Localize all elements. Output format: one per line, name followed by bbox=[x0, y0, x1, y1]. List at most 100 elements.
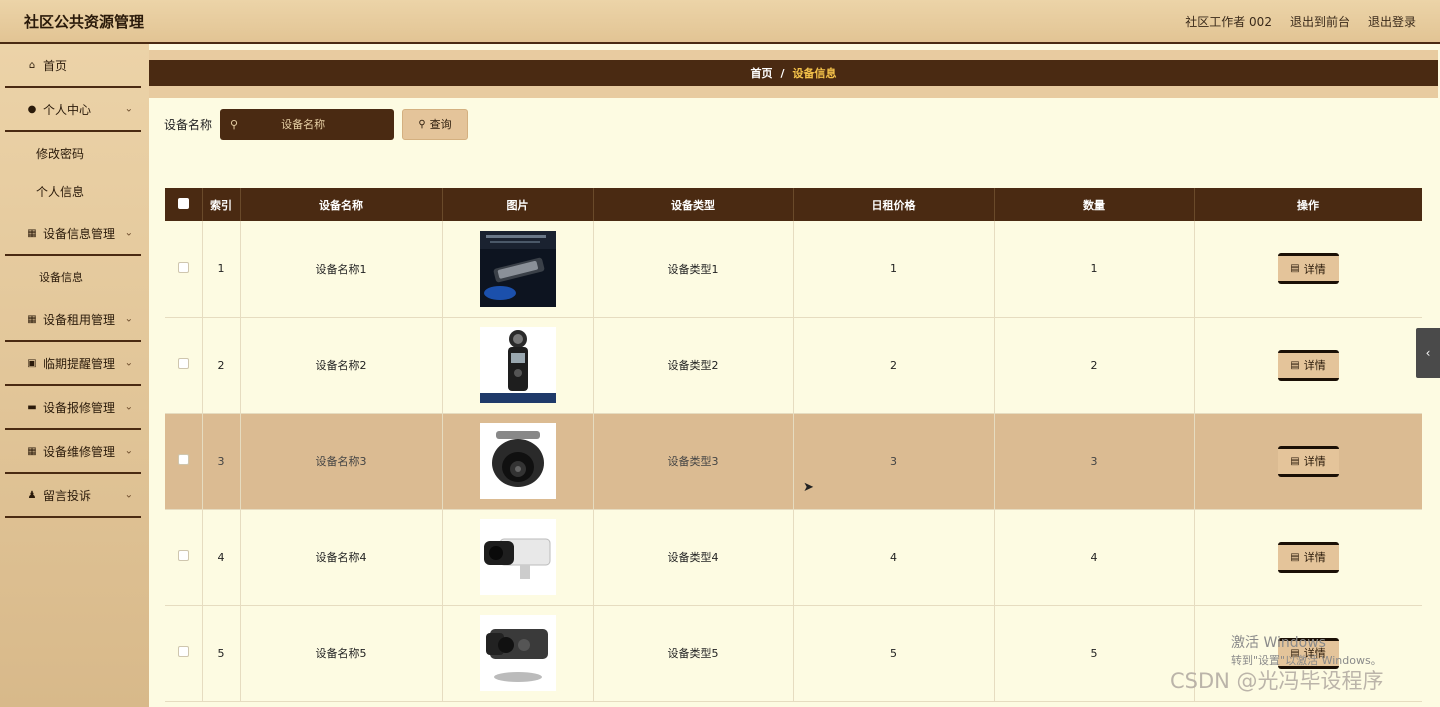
detail-button[interactable]: ▤ 详情 bbox=[1277, 541, 1339, 573]
column-header-index: 索引 bbox=[202, 188, 241, 221]
search-icon: ⚲ bbox=[230, 117, 239, 131]
query-button-label: 查询 bbox=[429, 118, 452, 131]
sidebar-item-home[interactable]: ⌂ 首页 bbox=[5, 44, 141, 88]
search-field[interactable]: ⚲ bbox=[220, 108, 395, 140]
row-daily-price: 5 bbox=[793, 605, 995, 702]
row-quantity: 2 bbox=[994, 317, 1195, 414]
sidebar-item-label: 首页 bbox=[43, 58, 68, 73]
row-checkbox[interactable] bbox=[177, 261, 189, 273]
device-image-recorder-pen[interactable] bbox=[479, 230, 556, 307]
sidebar-subitem-personal-info[interactable]: 个人信息 bbox=[5, 172, 141, 210]
row-checkbox[interactable] bbox=[177, 550, 189, 561]
column-header-image: 图片 bbox=[442, 188, 594, 221]
document-icon: ▤ bbox=[1290, 551, 1300, 563]
device-image-dome-camera[interactable] bbox=[479, 423, 556, 499]
row-daily-price: 4 bbox=[793, 509, 995, 606]
sidebar-item-personal-center[interactable]: ● 个人中心 ⌄ bbox=[5, 88, 141, 132]
sidebar-item-label: 设备报修管理 bbox=[43, 400, 116, 415]
chevron-down-icon: ⌄ bbox=[124, 445, 133, 457]
device-info-submenu: 设备信息 bbox=[5, 256, 141, 298]
top-nav: 社区工作者 002 退出到前台 退出登录 bbox=[1185, 13, 1416, 30]
device-image-bullet-camera[interactable] bbox=[479, 519, 556, 595]
row-checkbox[interactable] bbox=[177, 454, 189, 465]
grid-icon: ▦ bbox=[27, 445, 37, 457]
logout-link[interactable]: 退出登录 bbox=[1368, 13, 1416, 30]
column-header-daily-price: 日租价格 bbox=[793, 188, 995, 221]
detail-button-label: 详情 bbox=[1303, 262, 1326, 276]
search-bar: 设备名称 ⚲ ⚲ 查询 bbox=[164, 108, 469, 140]
detail-button-label: 详情 bbox=[1303, 455, 1326, 468]
search-icon: ⚲ bbox=[418, 118, 426, 130]
chevron-down-icon: ⌄ bbox=[124, 313, 133, 325]
chevron-left-icon: ‹ bbox=[1425, 346, 1431, 360]
home-icon: ⌂ bbox=[28, 59, 36, 71]
column-header-actions: 操作 bbox=[1194, 188, 1422, 221]
detail-button[interactable]: ▤ 详情 bbox=[1277, 445, 1339, 477]
row-daily-price: 3 bbox=[793, 413, 995, 510]
chevron-down-icon: ⌄ bbox=[124, 489, 133, 501]
sidebar-item-repair-report-mgmt[interactable]: ▬ 设备报修管理 ⌄ bbox=[5, 386, 141, 430]
sidebar-item-rental-mgmt[interactable]: ▦ 设备租用管理 ⌄ bbox=[5, 298, 141, 342]
message-icon: ▬ bbox=[27, 401, 37, 413]
row-device-type: 设备类型1 bbox=[593, 221, 794, 318]
sidebar-item-label: 设备租用管理 bbox=[43, 312, 116, 327]
sidebar-item-label: 留言投诉 bbox=[43, 488, 92, 503]
query-button[interactable]: ⚲ 查询 bbox=[402, 108, 469, 140]
sidebar-item-maintenance-mgmt[interactable]: ▦ 设备维修管理 ⌄ bbox=[5, 430, 141, 474]
table-row[interactable]: 2 设备名称2 设备类型2 2 2 ▤ 详情 bbox=[165, 317, 1422, 414]
search-label: 设备名称 bbox=[164, 117, 213, 132]
sidebar-item-label: 个人中心 bbox=[43, 102, 92, 117]
watermark-line-1: 激活 Windows bbox=[1231, 635, 1326, 651]
document-icon: ▤ bbox=[1290, 359, 1300, 371]
table-row[interactable]: 1 设备名称1 设备类型1 1 1 ▤ 详情 bbox=[165, 221, 1422, 318]
device-image-bullet-camera-2[interactable] bbox=[479, 615, 556, 691]
document-icon: ▤ bbox=[1290, 455, 1300, 467]
row-checkbox[interactable] bbox=[177, 646, 189, 657]
app-title: 社区公共资源管理 bbox=[24, 12, 145, 31]
row-quantity: 1 bbox=[994, 221, 1195, 318]
chevron-down-icon: ⌄ bbox=[124, 357, 133, 369]
chevron-down-icon: ⌄ bbox=[124, 103, 133, 115]
search-input[interactable] bbox=[238, 117, 369, 131]
breadcrumb: 首页 / 设备信息 bbox=[149, 60, 1438, 86]
row-device-type: 设备类型3 bbox=[593, 413, 794, 510]
detail-button[interactable]: ▤ 详情 bbox=[1277, 349, 1339, 381]
table-header-row: 索引 设备名称 图片 设备类型 日租价格 数量 操作 bbox=[165, 188, 1422, 221]
row-device-name: 设备名称2 bbox=[240, 317, 443, 414]
select-all-cell bbox=[165, 188, 203, 221]
clipboard-icon: ▣ bbox=[27, 357, 37, 369]
sidebar-item-complaints[interactable]: ♟ 留言投诉 ⌄ bbox=[5, 474, 141, 518]
table-row[interactable]: 3 设备名称3 设备类型3 3 3 ▤ 详情 bbox=[165, 413, 1422, 510]
collapse-panel-tab[interactable]: ‹ bbox=[1416, 328, 1440, 378]
sidebar-item-expiry-mgmt[interactable]: ▣ 临期提醒管理 ⌄ bbox=[5, 342, 141, 386]
row-quantity: 5 bbox=[994, 605, 1195, 702]
sidebar: ⌂ 首页 ● 个人中心 ⌄ 修改密码 个人信息 ▦ 设备信息管理 ⌄ 设备信息 … bbox=[0, 44, 149, 707]
sidebar-subitem-change-password[interactable]: 修改密码 bbox=[5, 134, 141, 172]
detail-button-label: 详情 bbox=[1303, 551, 1326, 564]
breadcrumb-home[interactable]: 首页 bbox=[750, 65, 772, 81]
row-device-name: 设备名称3 bbox=[240, 413, 443, 510]
document-icon: ▤ bbox=[1290, 263, 1300, 275]
chevron-down-icon: ⌄ bbox=[124, 401, 133, 413]
sidebar-subitem-device-info[interactable]: 设备信息 bbox=[5, 258, 141, 296]
current-user-label[interactable]: 社区工作者 002 bbox=[1185, 13, 1272, 30]
row-index: 4 bbox=[202, 509, 241, 606]
select-all-checkbox[interactable] bbox=[177, 197, 189, 209]
personal-submenu: 修改密码 个人信息 bbox=[5, 132, 141, 212]
table-row[interactable]: 4 设备名称4 设备类型4 4 4 ▤ 详情 bbox=[165, 509, 1422, 606]
main-content: 首页 / 设备信息 设备名称 ⚲ ⚲ 查询 索引 设备 bbox=[149, 44, 1440, 707]
row-device-type: 设备类型4 bbox=[593, 509, 794, 606]
column-header-quantity: 数量 bbox=[994, 188, 1195, 221]
row-index: 1 bbox=[202, 221, 241, 318]
sidebar-item-device-info-mgmt[interactable]: ▦ 设备信息管理 ⌄ bbox=[5, 212, 141, 256]
sidebar-item-label: 设备维修管理 bbox=[43, 444, 116, 459]
detail-button[interactable]: ▤ 详情 bbox=[1277, 253, 1339, 285]
top-header: 社区公共资源管理 社区工作者 002 退出到前台 退出登录 bbox=[0, 0, 1440, 44]
row-daily-price: 2 bbox=[793, 317, 995, 414]
row-quantity: 3 bbox=[994, 413, 1195, 510]
device-image-zoom-recorder[interactable] bbox=[479, 327, 556, 403]
row-device-name: 设备名称4 bbox=[240, 509, 443, 606]
exit-to-front-link[interactable]: 退出到前台 bbox=[1290, 13, 1350, 30]
row-checkbox[interactable] bbox=[177, 358, 189, 369]
column-header-name: 设备名称 bbox=[240, 188, 443, 221]
